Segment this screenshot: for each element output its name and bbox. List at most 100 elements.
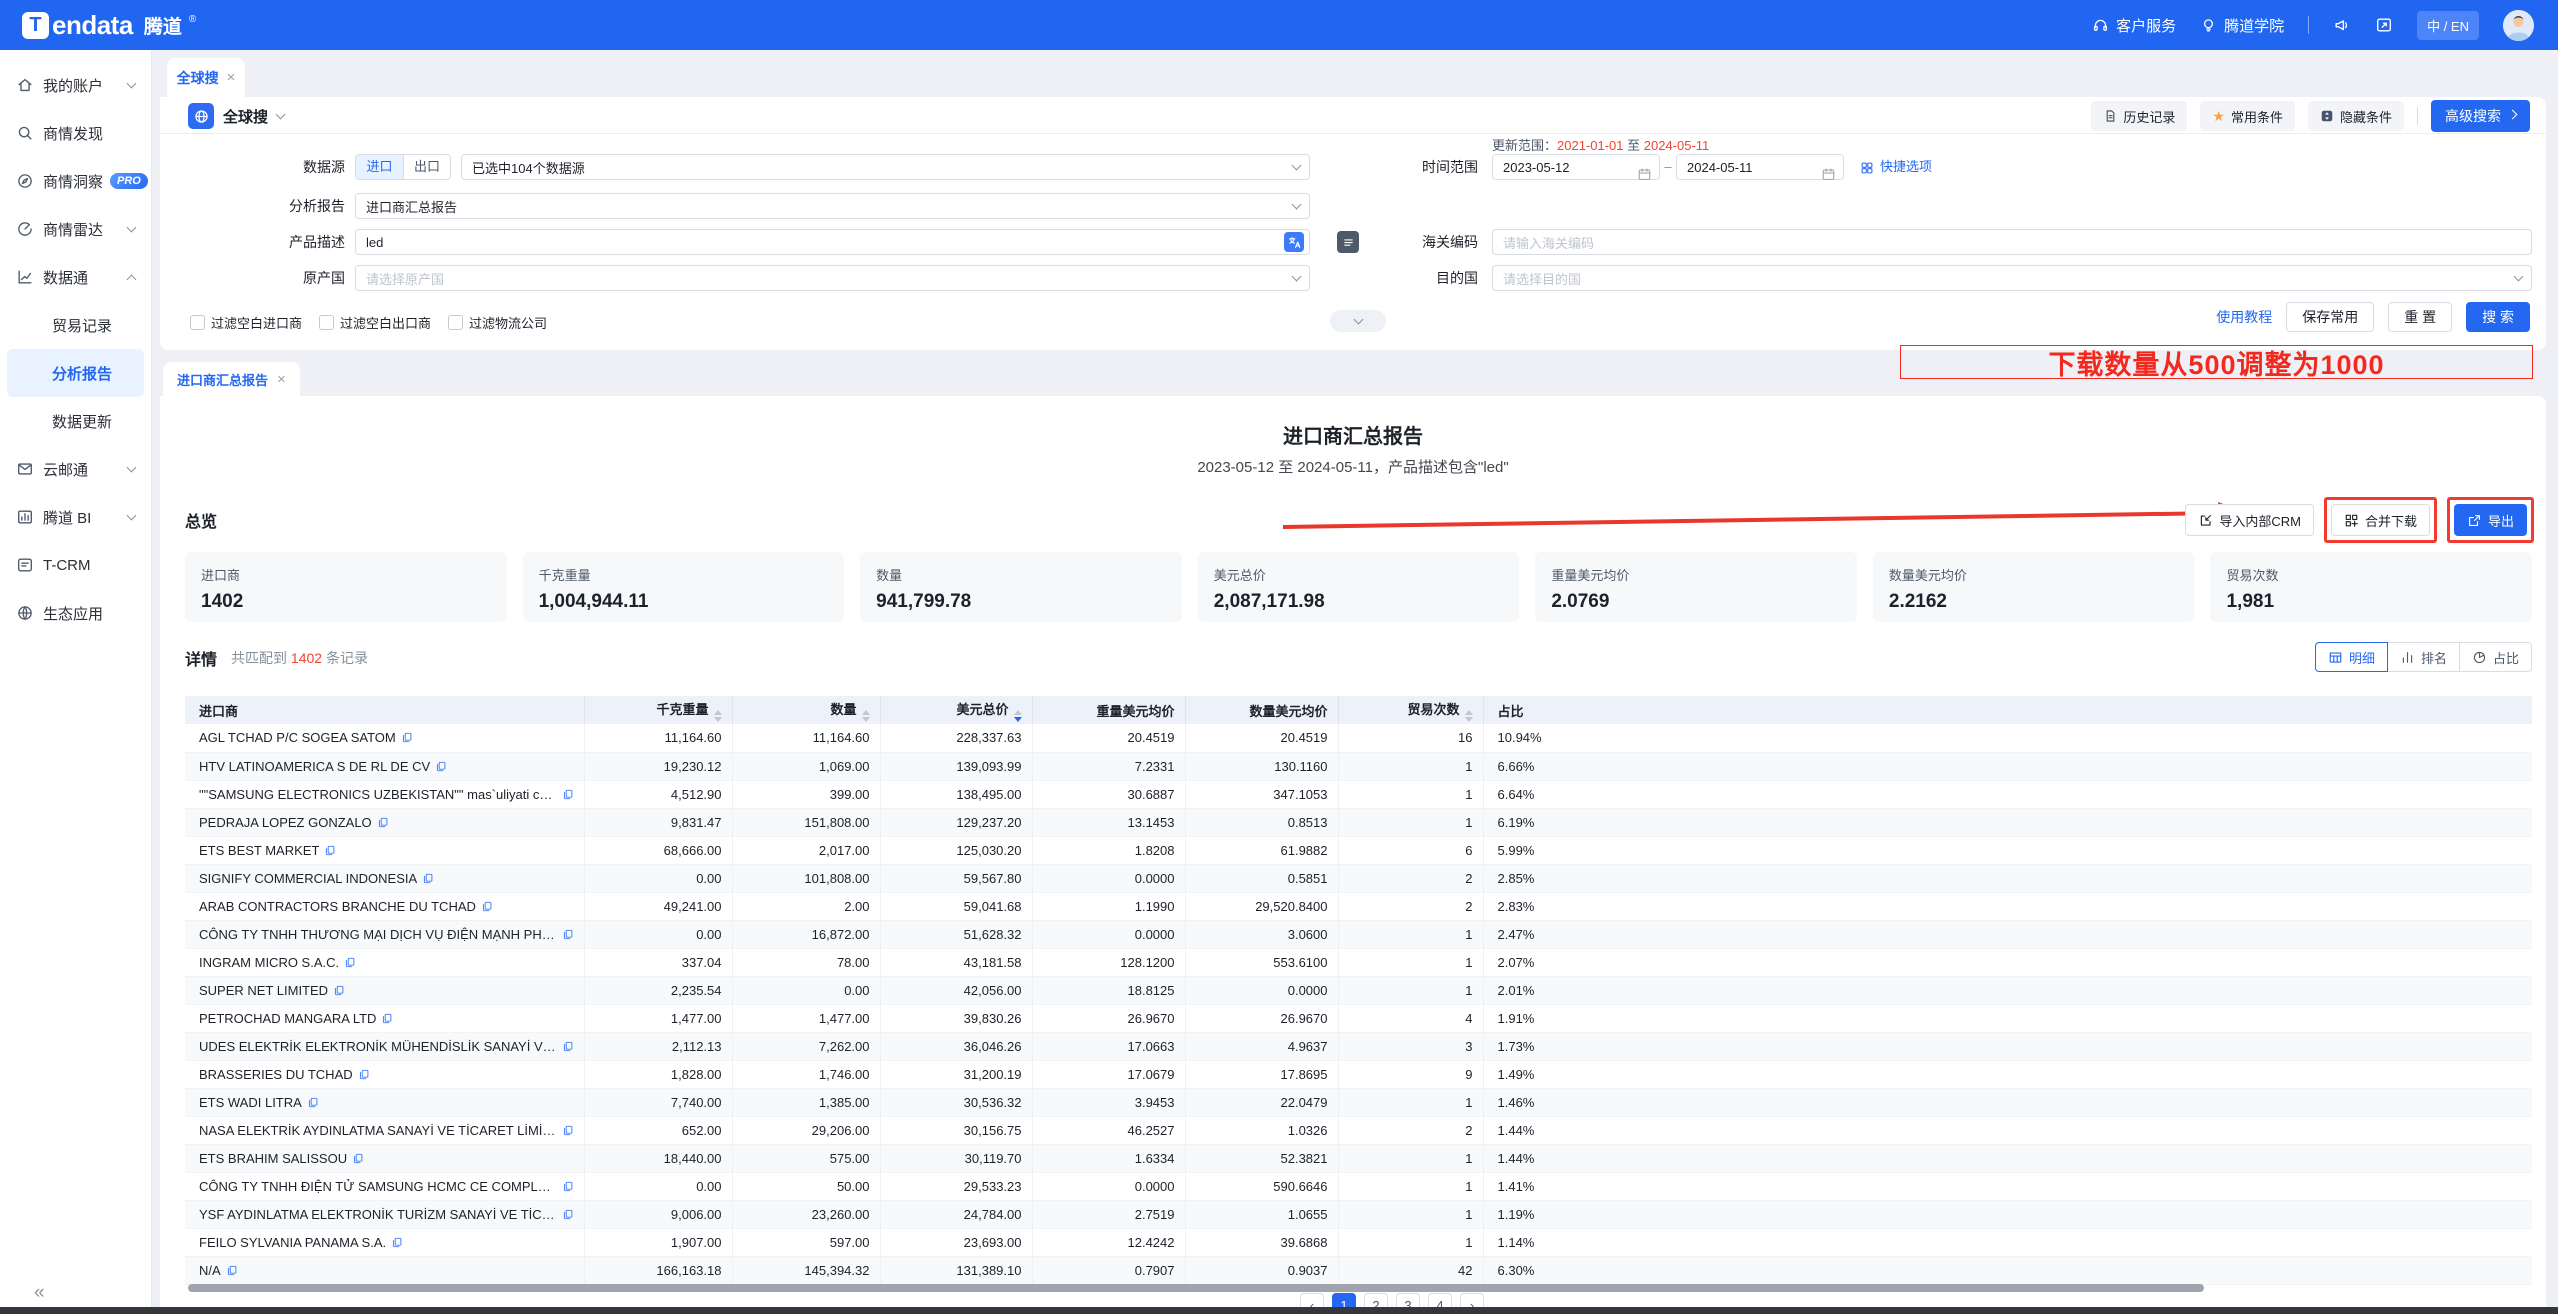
close-icon[interactable]: × (227, 69, 236, 86)
cell-value: 4,512.90 (584, 780, 732, 808)
copy-icon[interactable] (562, 788, 574, 801)
toggle-进口[interactable]: 进口 (356, 155, 403, 179)
copy-icon[interactable] (358, 1068, 370, 1081)
tab-global-search[interactable]: 全球搜 × (167, 58, 245, 97)
sidebar-item-eco[interactable]: 生态应用 (0, 589, 151, 637)
copy-icon[interactable] (562, 928, 574, 941)
import-crm-button[interactable]: 导入内部CRM (2185, 504, 2314, 536)
sidebar-item-tcrm[interactable]: T-CRM (0, 541, 151, 589)
scope-selector[interactable]: 全球搜 (188, 102, 284, 130)
table-row: PETROCHAD MANGARA LTD1,477.001,477.0039,… (185, 1004, 2532, 1032)
sidebar-item-mailhub[interactable]: 云邮通 (0, 445, 151, 493)
stat-label: 数量 (876, 565, 1166, 584)
stat-label: 千克重量 (539, 565, 829, 584)
fullscreen-icon[interactable] (2375, 16, 2393, 34)
copy-icon[interactable] (381, 1012, 393, 1025)
hs-code-input[interactable]: 请输入海关编码 (1492, 229, 2532, 255)
product-desc-input[interactable]: led (355, 229, 1310, 255)
cell-value: 9,006.00 (584, 1200, 732, 1228)
red-highlight-box: 导出 (2447, 497, 2534, 543)
checkbox-过滤空白出口商[interactable]: 过滤空白出口商 (319, 313, 431, 332)
copy-icon[interactable] (307, 1096, 319, 1109)
hide-button[interactable]: 隐藏条件 (2308, 101, 2404, 131)
copy-icon[interactable] (401, 731, 413, 744)
copy-icon[interactable] (435, 760, 447, 773)
close-icon[interactable]: × (277, 371, 286, 388)
data-source-select[interactable]: 已选中104个数据源 (461, 154, 1310, 180)
copy-icon[interactable] (344, 956, 356, 969)
tutorial-link[interactable]: 使用教程 (2216, 307, 2272, 327)
date-from-input[interactable]: 2023-05-12 (1492, 154, 1660, 180)
date-to-input[interactable]: 2024-05-11 (1676, 154, 1844, 180)
search-button[interactable]: 搜 索 (2466, 302, 2530, 332)
sort-icon[interactable] (1014, 710, 1022, 722)
sidebar-item-trade-records[interactable]: 贸易记录 (0, 301, 151, 349)
sort-icon[interactable] (714, 710, 722, 722)
column-header-数量[interactable]: 数量 (732, 696, 880, 724)
sidebar-item-analysis-report[interactable]: 分析报告 (7, 349, 144, 397)
history-button[interactable]: 历史记录 (2091, 101, 2187, 131)
sidebar-item-radar[interactable]: 商情雷达 (0, 205, 151, 253)
announcement-icon[interactable] (2333, 16, 2351, 34)
horizontal-scrollbar[interactable] (188, 1284, 2204, 1292)
academy-link[interactable]: 腾道学院 (2200, 15, 2284, 36)
column-header-千克重量[interactable]: 千克重量 (584, 696, 732, 724)
save-favorite-button[interactable]: 保存常用 (2286, 302, 2374, 332)
copy-icon[interactable] (226, 1264, 238, 1277)
sidebar-item-account[interactable]: 我的账户 (0, 61, 151, 109)
view-rank-button[interactable]: 排名 (2387, 642, 2460, 672)
customer-service-link[interactable]: 客户服务 (2092, 15, 2176, 36)
copy-icon[interactable] (562, 1180, 574, 1193)
sidebar-item-discovery[interactable]: 商情发现 (0, 109, 151, 157)
stat-value: 941,799.78 (876, 591, 1166, 613)
column-header-美元总价[interactable]: 美元总价 (880, 696, 1032, 724)
cell-value: 4.9637 (1185, 1032, 1338, 1060)
copy-icon[interactable] (562, 1124, 574, 1137)
checkbox-过滤物流公司[interactable]: 过滤物流公司 (448, 313, 547, 332)
cell-value: 24,784.00 (880, 1200, 1032, 1228)
view-detail-button[interactable]: 明细 (2315, 642, 2388, 672)
origin-country-select[interactable]: 请选择原产国 (355, 265, 1310, 291)
copy-icon[interactable] (391, 1236, 403, 1249)
cell-value: 52.3821 (1185, 1144, 1338, 1172)
sidebar-item-insight[interactable]: 商情洞察PRO (0, 157, 151, 205)
tab-importer-report[interactable]: 进口商汇总报告 × (163, 362, 300, 396)
reset-button[interactable]: 重 置 (2388, 302, 2452, 332)
copy-icon[interactable] (562, 1208, 574, 1221)
sidebar-item-label: 生态应用 (43, 603, 103, 624)
sort-icon[interactable] (862, 710, 870, 722)
sidebar-collapse-button[interactable]: « (34, 1282, 45, 1304)
copy-icon[interactable] (422, 872, 434, 885)
copy-icon[interactable] (562, 1040, 574, 1053)
checkbox-过滤空白进口商[interactable]: 过滤空白进口商 (190, 313, 302, 332)
report-type-select[interactable]: 进口商汇总报告 (355, 193, 1310, 219)
sidebar-item-bi[interactable]: 腾道 BI (0, 493, 151, 541)
quick-options-link[interactable]: 快捷选项 (1860, 154, 1932, 180)
checkbox-box[interactable] (190, 315, 205, 330)
language-toggle[interactable]: 中 / EN (2417, 11, 2479, 40)
copy-icon[interactable] (324, 844, 336, 857)
translate-icon[interactable] (1284, 232, 1304, 252)
sort-icon[interactable] (1465, 710, 1473, 722)
pie-icon (2472, 650, 2487, 665)
toggle-出口[interactable]: 出口 (403, 155, 450, 179)
sidebar-item-datahub[interactable]: 数据通 (0, 253, 151, 301)
favorite-button[interactable]: ★常用条件 (2200, 101, 2295, 131)
advanced-button[interactable]: 高级搜索 (2431, 100, 2530, 132)
sidebar-item-data-update[interactable]: 数据更新 (0, 397, 151, 445)
checkbox-box[interactable] (319, 315, 334, 330)
cell-value: 49,241.00 (584, 892, 732, 920)
copy-icon[interactable] (481, 900, 493, 913)
dest-country-select[interactable]: 请选择目的国 (1492, 265, 2532, 291)
copy-icon[interactable] (333, 984, 345, 997)
merge-download-button[interactable]: 合并下载 (2331, 504, 2430, 536)
cell-value: 6 (1338, 836, 1483, 864)
collapse-form-button[interactable] (1330, 310, 1386, 332)
avatar[interactable] (2503, 10, 2534, 41)
export-button[interactable]: 导出 (2454, 504, 2527, 536)
column-header-贸易次数[interactable]: 贸易次数 (1338, 696, 1483, 724)
copy-icon[interactable] (352, 1152, 364, 1165)
view-share-button[interactable]: 占比 (2459, 642, 2532, 672)
copy-icon[interactable] (377, 816, 389, 829)
checkbox-box[interactable] (448, 315, 463, 330)
